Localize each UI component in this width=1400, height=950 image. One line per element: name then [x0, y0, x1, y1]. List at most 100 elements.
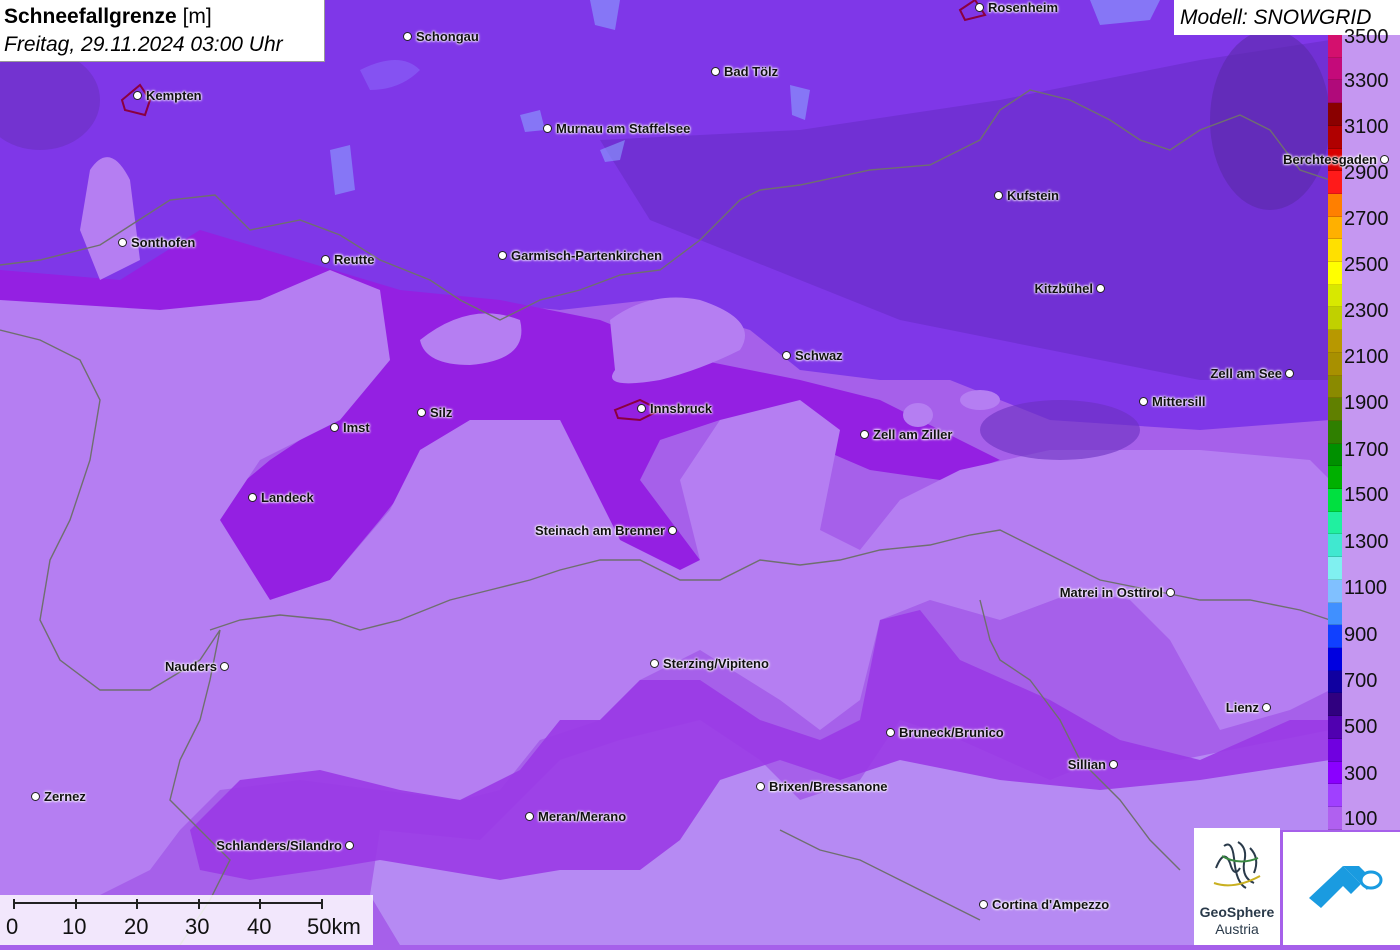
- city-label[interactable]: Bad Tölz: [724, 65, 778, 79]
- legend-color-step: [1328, 57, 1342, 81]
- legend-color-step: [1328, 534, 1342, 558]
- legend-color-step: [1328, 784, 1342, 807]
- legend-color-step: [1328, 806, 1342, 830]
- city-label[interactable]: Murnau am Staffelsee: [556, 122, 690, 136]
- city-label[interactable]: Bruneck/Brunico: [899, 726, 1004, 740]
- city-label[interactable]: Brixen/Bressanone: [769, 780, 888, 794]
- city-label[interactable]: Silz: [430, 406, 452, 420]
- city-label[interactable]: Mittersill: [1152, 395, 1205, 409]
- city-marker[interactable]: [756, 782, 765, 791]
- legend-color-step: [1328, 761, 1342, 785]
- city-marker[interactable]: [1096, 284, 1105, 293]
- city-marker[interactable]: [321, 255, 330, 264]
- scale-label: 30: [185, 914, 210, 939]
- legend-color-step: [1328, 716, 1342, 739]
- city-marker[interactable]: [248, 493, 257, 502]
- city-label[interactable]: Lienz: [1226, 701, 1259, 715]
- legend-label: 2700: [1344, 208, 1389, 230]
- city-marker[interactable]: [133, 91, 142, 100]
- city-marker[interactable]: [220, 662, 229, 671]
- city-marker[interactable]: [860, 430, 869, 439]
- city-marker[interactable]: [403, 32, 412, 41]
- map-title-unit: [m]: [182, 5, 212, 28]
- city-marker[interactable]: [1262, 703, 1271, 712]
- city-marker[interactable]: [994, 191, 1003, 200]
- city-label[interactable]: Zernez: [44, 790, 86, 804]
- city-label[interactable]: Berchtesgaden: [1283, 153, 1377, 167]
- legend-label: 1500: [1344, 484, 1389, 506]
- city-label[interactable]: Kufstein: [1007, 189, 1059, 203]
- legend-color-step: [1328, 557, 1342, 580]
- legend-label: 1300: [1344, 531, 1389, 553]
- map-island-small: [903, 403, 933, 427]
- partner-logo[interactable]: [1283, 832, 1400, 945]
- city-marker[interactable]: [711, 67, 720, 76]
- city-label[interactable]: Imst: [343, 421, 370, 435]
- city-label[interactable]: Schwaz: [795, 349, 843, 363]
- city-marker[interactable]: [417, 408, 426, 417]
- city-label[interactable]: Meran/Merano: [538, 810, 626, 824]
- city-label[interactable]: Sillian: [1068, 758, 1106, 772]
- legend-label: 1700: [1344, 439, 1389, 461]
- legend-color-step: [1328, 693, 1342, 717]
- city-marker[interactable]: [543, 124, 552, 133]
- legend-color-step: [1328, 193, 1342, 217]
- city-label[interactable]: Innsbruck: [650, 402, 712, 416]
- title-panel: Schneefallgrenze [m] Freitag, 29.11.2024…: [0, 0, 325, 62]
- city-marker[interactable]: [1285, 369, 1294, 378]
- legend-color-step: [1328, 443, 1342, 467]
- city-marker[interactable]: [1166, 588, 1175, 597]
- geosphere-logo[interactable]: GeoSphere Austria: [1194, 828, 1280, 945]
- city-label[interactable]: Kitzbühel: [1035, 282, 1094, 296]
- city-label[interactable]: Nauders: [165, 660, 217, 674]
- city-marker[interactable]: [975, 3, 984, 12]
- city-marker[interactable]: [1380, 155, 1389, 164]
- mountain-cloud-icon: [1309, 866, 1383, 908]
- legend-color-step: [1328, 239, 1342, 263]
- city-marker[interactable]: [31, 792, 40, 801]
- legend-color-step: [1328, 375, 1342, 399]
- city-label[interactable]: Matrei in Osttirol: [1060, 586, 1163, 600]
- city-marker[interactable]: [1109, 760, 1118, 769]
- city-label[interactable]: Steinach am Brenner: [535, 524, 665, 538]
- city-marker[interactable]: [650, 659, 659, 668]
- scale-label: 50km: [307, 914, 361, 939]
- city-marker[interactable]: [886, 728, 895, 737]
- city-label[interactable]: Kempten: [146, 89, 202, 103]
- city-label[interactable]: Sonthofen: [131, 236, 195, 250]
- legend-label: 500: [1344, 716, 1378, 738]
- city-label[interactable]: Landeck: [261, 491, 314, 505]
- scale-label: 10: [62, 914, 87, 939]
- legend-label: 300: [1344, 763, 1378, 785]
- city-marker[interactable]: [637, 404, 646, 413]
- city-marker[interactable]: [118, 238, 127, 247]
- city-label[interactable]: Sterzing/Vipiteno: [663, 657, 769, 671]
- city-marker[interactable]: [1139, 397, 1148, 406]
- city-label[interactable]: Cortina d'Ampezzo: [992, 898, 1109, 912]
- city-label[interactable]: Zell am See: [1210, 367, 1282, 381]
- legend-label: 100: [1344, 808, 1378, 830]
- legend-label: 1900: [1344, 392, 1389, 414]
- city-label[interactable]: Zell am Ziller: [873, 428, 952, 442]
- city-label[interactable]: Garmisch-Partenkirchen: [511, 249, 662, 263]
- city-marker[interactable]: [782, 351, 791, 360]
- legend-color-step: [1328, 647, 1342, 671]
- legend-color-step: [1328, 216, 1342, 240]
- legend-label: 3500: [1344, 26, 1389, 48]
- map-island-small-2: [960, 390, 1000, 410]
- city-marker[interactable]: [979, 900, 988, 909]
- city-label[interactable]: Reutte: [334, 253, 374, 267]
- city-label[interactable]: Schlanders/Silandro: [216, 839, 342, 853]
- city-label[interactable]: Rosenheim: [988, 1, 1058, 15]
- legend-color-step: [1328, 625, 1342, 648]
- city-marker[interactable]: [330, 423, 339, 432]
- scale-label: 20: [124, 914, 149, 939]
- legend-label: 2500: [1344, 254, 1389, 276]
- snowline-map[interactable]: [0, 0, 1400, 945]
- scale-label: 0: [6, 914, 19, 939]
- city-label[interactable]: Schongau: [416, 30, 479, 44]
- city-marker[interactable]: [525, 812, 534, 821]
- city-marker[interactable]: [668, 526, 677, 535]
- city-marker[interactable]: [345, 841, 354, 850]
- city-marker[interactable]: [498, 251, 507, 260]
